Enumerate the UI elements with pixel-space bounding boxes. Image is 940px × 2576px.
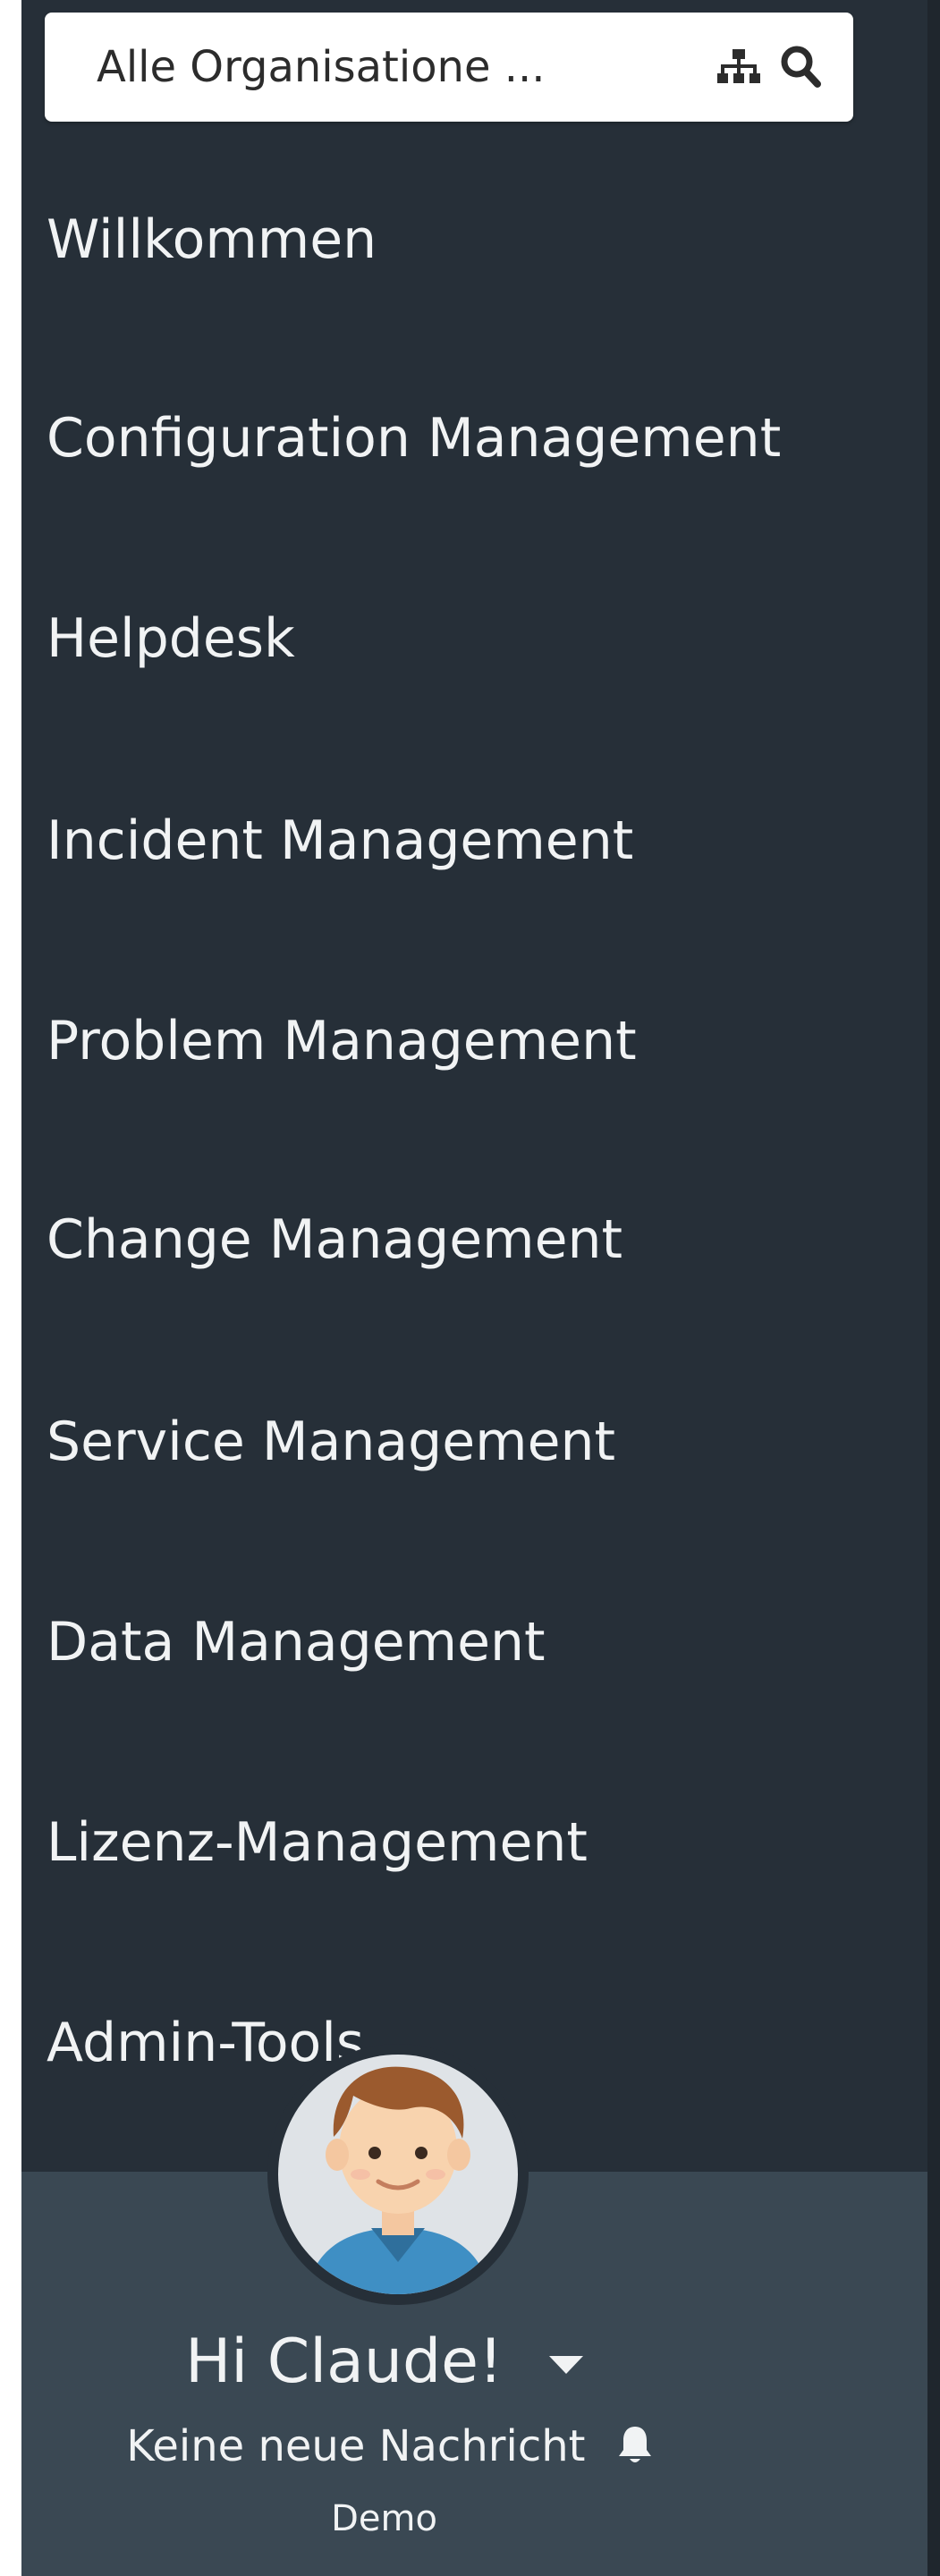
nav-item-helpdesk[interactable]: Helpdesk bbox=[47, 585, 295, 692]
tenant-name: Demo bbox=[21, 2492, 940, 2546]
nav-item-lizenz-management[interactable]: Lizenz-Management bbox=[47, 1789, 588, 1896]
nav-item-incident-management[interactable]: Incident Management bbox=[47, 787, 633, 894]
nav-item-service-management[interactable]: Service Management bbox=[47, 1388, 615, 1496]
notifications-text: Keine neue Nachricht bbox=[126, 2421, 586, 2471]
greeting-text: Hi Claude! bbox=[185, 2326, 504, 2397]
left-margin bbox=[0, 0, 21, 2576]
user-menu-toggle[interactable]: Hi Claude! bbox=[185, 2322, 583, 2402]
bell-icon bbox=[618, 2427, 651, 2462]
notifications: Keine neue Nachricht bbox=[21, 2415, 940, 2478]
sidebar: Alle Organisatione ... Willkommen Config… bbox=[21, 0, 940, 2576]
right-edge bbox=[927, 0, 940, 2576]
sitemap-icon[interactable] bbox=[717, 49, 760, 85]
user-avatar-icon[interactable] bbox=[267, 2044, 529, 2305]
user-greeting: Hi Claude! bbox=[21, 2322, 940, 2402]
nav-item-willkommen[interactable]: Willkommen bbox=[47, 186, 377, 293]
search-icon[interactable] bbox=[780, 45, 821, 88]
nav-item-data-management[interactable]: Data Management bbox=[47, 1589, 546, 1696]
notifications-link[interactable]: Keine neue Nachricht bbox=[126, 2415, 652, 2478]
nav-item-change-management[interactable]: Change Management bbox=[47, 1186, 622, 1293]
organization-selector-value: Alle Organisatione ... bbox=[97, 42, 546, 92]
organization-selector[interactable]: Alle Organisatione ... bbox=[45, 13, 853, 122]
nav-item-configuration-management[interactable]: Configuration Management bbox=[47, 385, 781, 492]
nav-item-problem-management[interactable]: Problem Management bbox=[47, 987, 637, 1095]
tenant-label: Demo bbox=[331, 2498, 437, 2539]
caret-down-icon bbox=[548, 2356, 583, 2375]
